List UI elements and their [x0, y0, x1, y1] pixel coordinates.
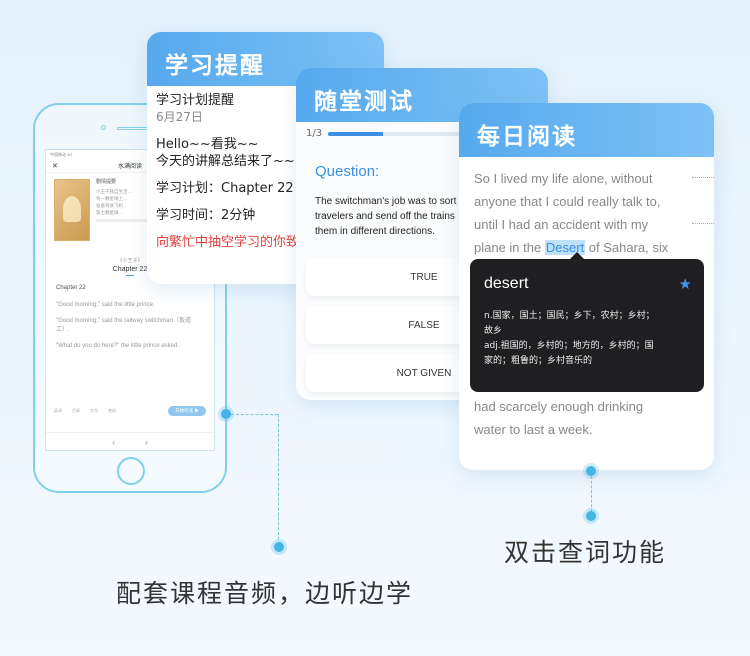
- reading-line[interactable]: "Good morning," said the railway switchm…: [56, 317, 204, 335]
- daily-reading-title: 每日阅读: [459, 103, 714, 157]
- passage-line[interactable]: had scarcely enough drinking: [474, 395, 643, 418]
- definition-line: 家的；粗鲁的；乡村音乐的: [484, 356, 593, 366]
- connector-line: [591, 476, 592, 512]
- reading-passage-continued: had scarcely enough drinking water to la…: [474, 395, 643, 441]
- chapter-heading: Chapter 22: [56, 285, 86, 291]
- start-listening-button[interactable]: 开始听读 ▶: [168, 406, 206, 416]
- caption-dictionary: 双击查词功能: [504, 538, 667, 567]
- phone-toolbar: 英译 目录 字号 夜间 开始听读 ▶: [46, 404, 214, 418]
- passage-line[interactable]: anyone that I could really talk to,: [474, 190, 714, 213]
- toolbar-translate[interactable]: 英译: [54, 408, 62, 414]
- connector-line: [278, 414, 279, 540]
- connector-dot: [221, 409, 231, 419]
- reading-line[interactable]: "What do you do here?" the little prince…: [56, 342, 204, 351]
- definition-line: adj.祖国的，乡村的；地方的，乡村的；国: [484, 341, 654, 351]
- toolbar-catalog[interactable]: 目录: [72, 408, 80, 414]
- phone-reading-text: Chapter 22 "Good morning," said the litt…: [46, 276, 214, 351]
- caption-audio: 配套课程音频，边听边学: [116, 579, 414, 608]
- phone-home-button: [117, 457, 145, 485]
- status-carrier: 中国移动 4G: [50, 152, 73, 157]
- phone-camera: [101, 125, 106, 130]
- dictionary-word: desert: [484, 275, 529, 292]
- back-icon[interactable]: ‹: [112, 438, 115, 447]
- dictionary-definition: n.国家，国土；国民；乡下，农村；乡村； 故乡 adj.祖国的，乡村的；地方的，…: [484, 309, 690, 369]
- connector-line: [231, 414, 278, 415]
- quiz-progress-fill: [328, 131, 383, 136]
- passage-line[interactable]: water to last a week.: [474, 418, 643, 441]
- reading-line[interactable]: "Good morning," said the little prince.: [56, 301, 204, 310]
- phone-nav-title: 水满阅读: [117, 164, 142, 170]
- reading-passage: So I lived my life alone, without ▶ anyo…: [459, 157, 714, 259]
- passage-line[interactable]: until I had an accident with my ▶: [474, 213, 714, 236]
- definition-line: n.国家，国土；国民；乡下，农村；乡村；: [484, 311, 655, 321]
- audio-play-icon[interactable]: ▶: [692, 218, 714, 228]
- toolbar-fontsize[interactable]: 字号: [90, 408, 98, 414]
- toolbar-night[interactable]: 夜间: [108, 408, 116, 414]
- passage-line[interactable]: plane in the Desert of Sahara, six: [474, 236, 714, 259]
- dictionary-popup: desert ★ n.国家，国土；国民；乡下，农村；乡村； 故乡 adj.祖国的…: [470, 252, 704, 392]
- audio-play-icon[interactable]: ▶: [692, 172, 714, 182]
- phone-speaker: [117, 127, 149, 130]
- quiz-progress-text: 1/3: [306, 128, 323, 139]
- connector-dot: [586, 466, 596, 476]
- forward-icon[interactable]: ›: [145, 438, 148, 447]
- star-icon[interactable]: ★: [679, 275, 692, 293]
- close-icon[interactable]: ✕: [52, 162, 58, 170]
- phone-bottom-nav: ‹ ›: [46, 432, 214, 450]
- passage-line[interactable]: So I lived my life alone, without ▶: [474, 167, 714, 190]
- book-cover[interactable]: [54, 179, 90, 241]
- definition-line: 故乡: [484, 326, 503, 336]
- connector-dot: [274, 542, 284, 552]
- connector-dot: [586, 511, 596, 521]
